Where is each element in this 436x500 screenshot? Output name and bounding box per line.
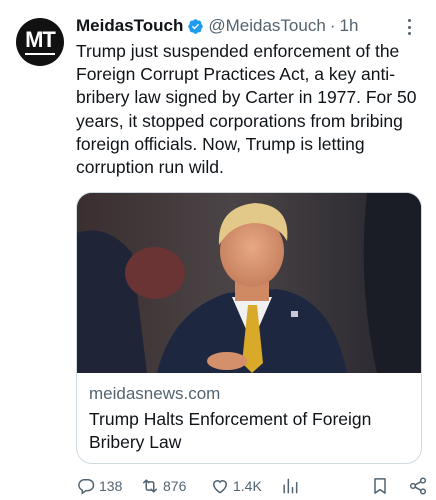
reply-count: 138 — [99, 478, 123, 494]
card-title: Trump Halts Enforcement of Foreign Bribe… — [89, 409, 372, 452]
retweet-icon — [143, 479, 157, 493]
avatar[interactable]: MT — [16, 18, 64, 66]
tweet-header: MeidasTouch @MeidasTouch · 1h — [76, 14, 422, 38]
post-time[interactable]: 1h — [339, 16, 358, 36]
card-photo — [77, 193, 421, 373]
share-icon[interactable] — [408, 476, 428, 496]
bookmark-icon[interactable] — [370, 476, 390, 496]
author-handle[interactable]: @MeidasTouch — [208, 16, 325, 36]
chart-bar-icon — [283, 478, 298, 494]
header-separator: · — [329, 16, 336, 35]
more-options-icon[interactable] — [402, 18, 416, 36]
action-bar-right — [370, 476, 428, 496]
like-button[interactable]: 1.4K — [210, 476, 280, 496]
link-card[interactable]: meidasnews.com Trump Halts Enforcement o… — [76, 192, 422, 464]
retweet-count: 876 — [163, 478, 187, 494]
heart-icon — [212, 480, 228, 494]
card-domain: meidasnews.com — [89, 384, 221, 403]
reply-icon — [78, 479, 95, 495]
action-bar: 138 876 1.4K — [76, 474, 428, 498]
tweet[interactable]: MT MeidasTouch @MeidasTouch · 1h Trump j… — [0, 0, 436, 500]
avatar-underline — [25, 52, 55, 55]
verified-badge-icon — [188, 18, 204, 34]
reply-button[interactable]: 138 — [76, 476, 140, 496]
retweet-button[interactable]: 876 — [140, 476, 210, 496]
author-name[interactable]: MeidasTouch — [76, 16, 183, 36]
card-image[interactable] — [77, 193, 421, 373]
avatar-monogram: MT — [25, 26, 56, 52]
views-button[interactable] — [280, 476, 336, 496]
like-count: 1.4K — [233, 478, 262, 494]
tweet-text: Trump just suspended enforcement of the … — [76, 41, 417, 178]
